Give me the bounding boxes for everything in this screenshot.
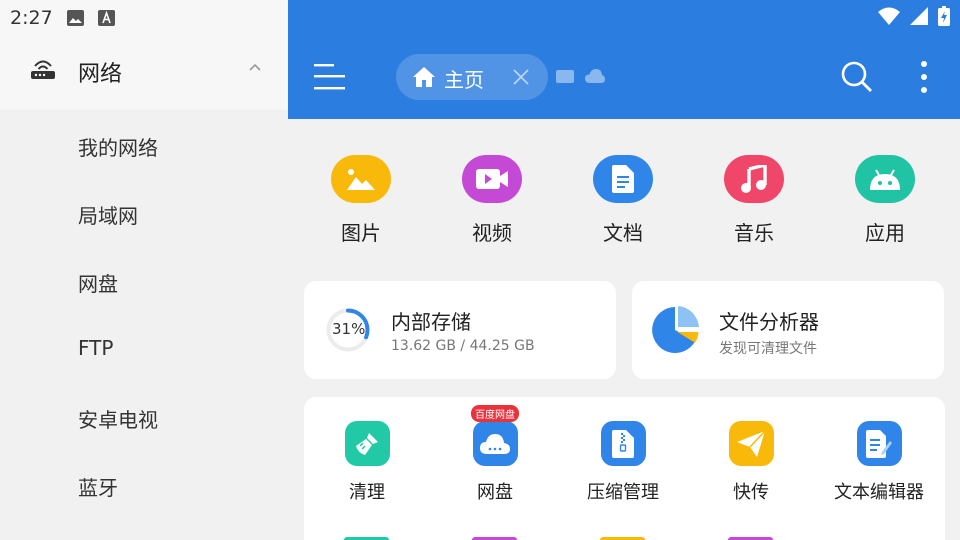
status-bar-right [878,6,950,26]
chevron-up-icon[interactable] [247,60,263,76]
tool-label: 网盘 [477,482,513,503]
broom-icon [344,421,390,466]
category-apps[interactable]: 应用 [855,155,915,246]
drawer-item-cloud-drive[interactable]: 网盘 [78,268,118,297]
analyzer-subtitle: 发现可清理文件 [719,341,817,357]
tool-label: 压缩管理 [587,482,659,503]
category-label: 视频 [472,221,512,245]
menu-button[interactable] [314,62,346,92]
wifi-icon [878,7,900,25]
tab-window-icon[interactable] [556,69,574,85]
tool-label: 清理 [349,482,385,503]
category-videos[interactable]: 视频 [462,155,522,246]
keyboard-notification-icon [97,10,115,26]
drawer-item-my-network[interactable]: 我的网络 [78,132,158,161]
category-label: 音乐 [734,221,774,245]
android-icon [855,155,915,203]
baidu-cloud-badge: 百度网盘 [471,405,519,422]
send-icon [728,421,774,466]
analyzer-title: 文件分析器 [719,310,819,334]
category-label: 文档 [603,221,643,245]
main-panel: 主页 图片 视频 文档 音乐 应用 31% 内部存储 13.62 GB / 44… [288,0,960,540]
cloud-icon: 百度网盘 [471,405,519,466]
status-bar-left: 2:27 [10,6,115,30]
file-analyzer-card[interactable]: 文件分析器 发现可清理文件 [632,281,944,379]
router-icon [31,60,55,79]
gallery-notification-icon [66,10,84,26]
more-options-button[interactable] [914,60,934,96]
tool-quick-send[interactable]: 快传 [691,421,811,504]
tools-panel: 清理 百度网盘 网盘 压缩管理 快传 文本编辑器 [304,397,945,540]
tool-zip-manager[interactable]: 压缩管理 [563,421,683,504]
tab-cloud-icon[interactable] [585,68,605,84]
document-icon [593,155,653,203]
category-label: 图片 [341,221,381,245]
zip-icon [600,421,646,466]
category-images[interactable]: 图片 [331,155,391,246]
tool-label: 文本编辑器 [834,482,924,503]
status-time: 2:27 [10,7,53,29]
battery-charging-icon [938,6,950,26]
search-button[interactable] [840,60,874,94]
pie-chart-icon [652,306,699,353]
drawer-section-label: 网络 [78,62,123,87]
storage-percent: 31% [332,320,366,338]
signal-icon [910,7,928,25]
tab-home[interactable]: 主页 [396,54,548,100]
drawer-header: 2:27 网络 [0,0,288,110]
internal-storage-card[interactable]: 31% 内部存储 13.62 GB / 44.25 GB [304,281,616,379]
tool-cleaner[interactable]: 清理 [307,421,427,504]
category-documents[interactable]: 文档 [593,155,653,246]
music-icon [724,155,784,203]
text-editor-icon [856,421,902,466]
drawer-section-network[interactable]: 网络 [0,48,288,92]
close-icon[interactable] [512,68,530,86]
navigation-drawer: 2:27 网络 我的网络 局域网 网盘 FTP 安卓电视 蓝牙 [0,0,288,540]
tool-text-editor[interactable]: 文本编辑器 [819,421,939,504]
drawer-item-ftp[interactable]: FTP [78,336,113,360]
home-icon [413,67,435,87]
tool-label: 快传 [733,482,769,503]
image-icon [331,155,391,203]
storage-title: 内部存储 [391,310,471,334]
tool-cloud-drive[interactable]: 百度网盘 网盘 [435,405,555,504]
video-icon [462,155,522,203]
category-label: 应用 [865,221,905,245]
drawer-item-bluetooth[interactable]: 蓝牙 [78,472,118,501]
category-music[interactable]: 音乐 [724,155,784,246]
drawer-item-lan[interactable]: 局域网 [78,200,138,229]
storage-detail: 13.62 GB / 44.25 GB [391,338,535,354]
drawer-item-android-tv[interactable]: 安卓电视 [78,404,158,433]
app-toolbar: 主页 [288,0,960,119]
tab-label: 主页 [444,68,484,92]
